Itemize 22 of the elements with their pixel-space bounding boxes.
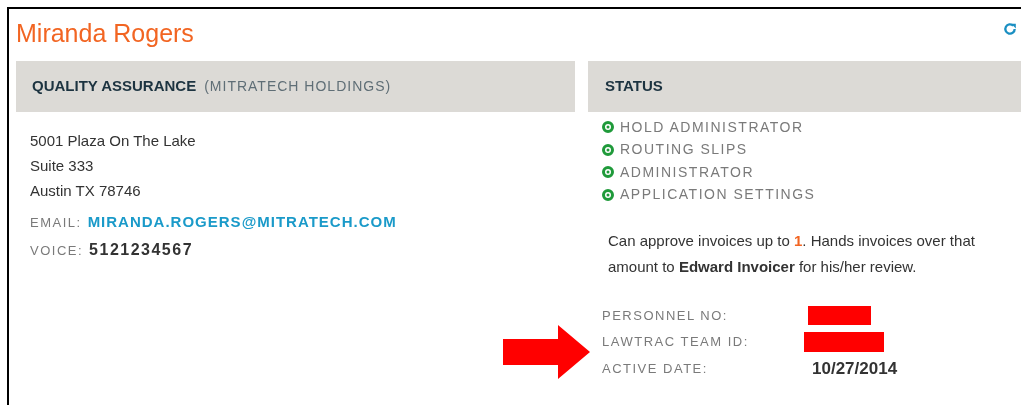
field-label: PERSONNEL NO: bbox=[602, 306, 729, 325]
role-label: ROUTING SLIPS bbox=[620, 140, 748, 160]
redaction-bar bbox=[808, 305, 871, 325]
contact-label: EMAIL: bbox=[30, 214, 82, 232]
field-value: 10/27/2014 bbox=[812, 357, 898, 380]
address-line: 5001 Plaza On The Lake bbox=[30, 131, 197, 151]
approval-note: Can approve invoices up to 1. Hands invoices over that amount to Edward Invoicer for his/her review. bbox=[608, 231, 976, 277]
field-label: ACTIVE DATE: bbox=[602, 359, 709, 378]
role-label: ADMINISTRATOR bbox=[620, 162, 755, 182]
address-line: Austin TX 78746 bbox=[30, 181, 142, 201]
role-label: APPLICATION SETTINGS bbox=[620, 185, 816, 205]
field-label: LAWTRAC TEAM ID: bbox=[602, 333, 750, 351]
contact-value: 5121234567 bbox=[89, 240, 194, 260]
status-title: STATUS bbox=[605, 76, 663, 97]
person-name: Miranda Rogers bbox=[16, 20, 194, 46]
contact-label: VOICE: bbox=[30, 242, 84, 260]
email-link[interactable]: MIRANDA.ROGERS@MITRATECH.COM bbox=[87, 211, 397, 234]
company-name: (MITRATECH HOLDINGS) bbox=[204, 77, 392, 96]
department-title: QUALITY ASSURANCE bbox=[32, 76, 197, 97]
refresh-icon[interactable] bbox=[1003, 22, 1017, 36]
address-line: Suite 333 bbox=[30, 156, 95, 176]
role-label: HOLD ADMINISTRATOR bbox=[620, 117, 804, 137]
